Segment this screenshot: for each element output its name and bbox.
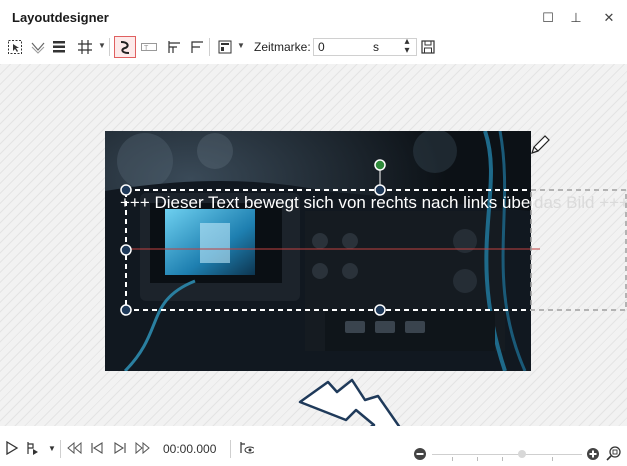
title-bar: Layoutdesigner ☐ ⊥ ✕ (0, 0, 627, 34)
svg-text:T: T (144, 45, 149, 52)
pin-icon[interactable]: ⊥ (565, 8, 587, 28)
visibility-icon[interactable] (238, 440, 254, 456)
zeitmarke-unit: s (373, 40, 379, 54)
next-keyframe-icon[interactable] (135, 440, 151, 456)
bottom-separator (230, 440, 231, 458)
layout-dropdown-caret[interactable]: ▼ (237, 41, 245, 50)
save-icon[interactable] (417, 36, 439, 58)
scrolling-text-overflow: das Bild +++ (534, 193, 627, 212)
toolbar-separator (109, 38, 110, 56)
slider-tick (477, 457, 478, 461)
motion-path-icon[interactable] (114, 36, 136, 58)
resize-handle-left[interactable] (120, 244, 132, 256)
step-back-icon[interactable] (89, 440, 105, 456)
slider-tick (452, 457, 453, 461)
zeitmarke-spinner[interactable]: ▴ ▾ (402, 37, 412, 56)
select-object-icon[interactable] (4, 36, 26, 58)
align-right-icon[interactable] (186, 36, 208, 58)
add-keyframe-icon[interactable] (24, 440, 40, 456)
resize-handle-bottom[interactable] (374, 304, 386, 316)
slider-tick (502, 457, 503, 461)
zoom-slider-thumb[interactable] (518, 450, 526, 458)
grid-dropdown-caret[interactable]: ▼ (98, 41, 106, 50)
zoom-slider-track (432, 454, 582, 455)
bottom-toolbar: ▼ 00:00.000 (0, 426, 627, 466)
timecode-display: 00:00.000 (163, 442, 217, 456)
guides-icon[interactable] (27, 36, 49, 58)
toolbar: ▼ T ▼ Zeitmarke: s ▴ ▾ (0, 34, 627, 60)
toolbar-separator (209, 38, 210, 56)
layout-template-icon[interactable] (214, 36, 236, 58)
bottom-separator (60, 440, 61, 458)
step-forward-icon[interactable] (112, 440, 128, 456)
zoom-slider[interactable] (432, 450, 582, 463)
align-left-icon[interactable] (164, 36, 186, 58)
zoom-fit-icon[interactable] (606, 445, 622, 461)
rotation-handle[interactable] (374, 159, 386, 171)
keyframe-dropdown-caret[interactable]: ▼ (44, 440, 60, 456)
play-icon[interactable] (4, 440, 20, 456)
grid-icon[interactable] (74, 36, 96, 58)
spin-down-icon[interactable]: ▾ (402, 46, 412, 56)
scrolling-text-layer[interactable]: +++ Dieser Text bewegt sich von rechts n… (120, 193, 536, 213)
zoom-in-icon[interactable] (585, 446, 601, 462)
zoom-out-icon[interactable] (412, 446, 428, 462)
close-icon[interactable]: ✕ (598, 8, 620, 28)
text-frame-icon[interactable]: T (138, 36, 160, 58)
lines-icon[interactable] (48, 36, 70, 58)
slider-tick (552, 457, 553, 461)
window-title: Layoutdesigner (12, 10, 109, 25)
previous-keyframe-icon[interactable] (66, 440, 82, 456)
camera-image[interactable] (105, 131, 531, 371)
resize-handle-bottom-left[interactable] (120, 304, 132, 316)
minimize-icon[interactable]: ☐ (537, 8, 559, 28)
zeitmarke-label: Zeitmarke: (254, 40, 311, 54)
